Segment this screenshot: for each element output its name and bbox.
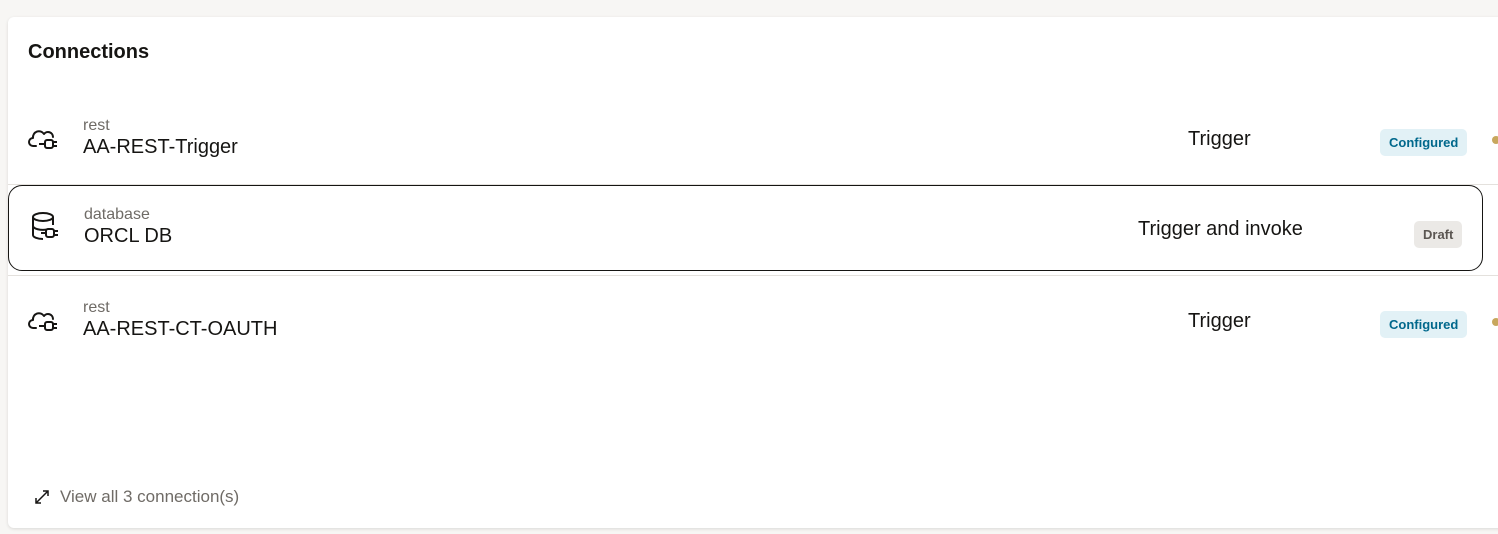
connection-role: Trigger [1188, 310, 1251, 332]
connection-name[interactable]: AA-REST-CT-OAUTH [83, 318, 277, 341]
more-actions-icon[interactable] [1492, 136, 1498, 144]
row-divider [8, 275, 1498, 276]
expand-icon [35, 490, 49, 504]
connection-role: Trigger [1188, 128, 1251, 150]
connections-panel: Connections rest AA-REST-Trigger Trigger… [8, 17, 1498, 528]
connection-row-aa-rest-trigger[interactable]: rest AA-REST-Trigger Trigger Configured [8, 95, 1498, 185]
view-all-connections-link[interactable]: View all 3 connection(s) [34, 487, 239, 507]
status-badge: Configured [1380, 129, 1468, 156]
connection-name[interactable]: AA-REST-Trigger [83, 136, 238, 159]
connection-row-aa-rest-ct-oauth[interactable]: rest AA-REST-CT-OAUTH Trigger Configured [8, 277, 1498, 367]
connection-type: rest [83, 117, 110, 134]
cloud-plug-icon [28, 130, 57, 149]
cloud-plug-icon [28, 312, 57, 331]
more-actions-icon[interactable] [1492, 318, 1498, 326]
connection-name[interactable]: ORCL DB [84, 225, 172, 248]
panel-title: Connections [28, 41, 150, 63]
status-badge: Draft [1414, 221, 1463, 248]
connection-type: database [84, 206, 150, 223]
status-badge: Configured [1380, 311, 1468, 338]
database-plug-icon [32, 212, 58, 240]
connection-row-orcl-db[interactable]: database ORCL DB Trigger and invoke Draf… [8, 185, 1483, 271]
view-all-label[interactable]: View all 3 connection(s) [60, 487, 239, 507]
connection-type: rest [83, 299, 110, 316]
connection-role: Trigger and invoke [1138, 218, 1303, 240]
